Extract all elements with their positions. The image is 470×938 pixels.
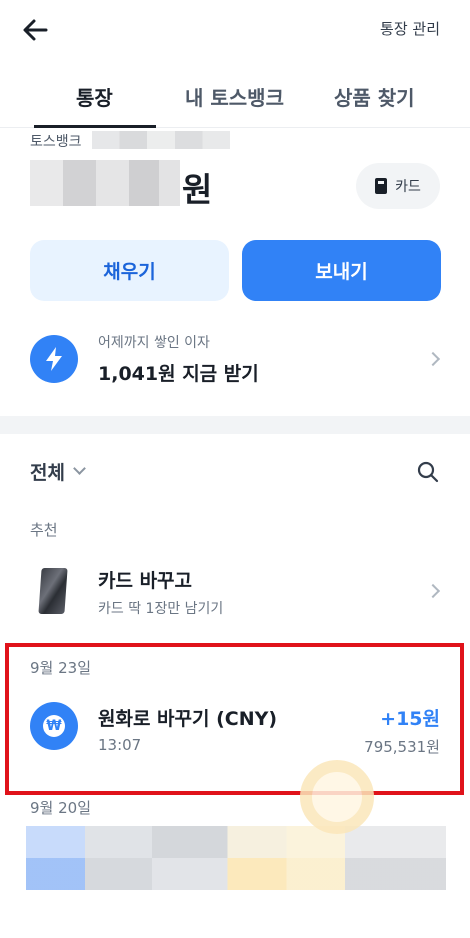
balance-redacted <box>30 160 180 206</box>
active-tab-indicator <box>34 125 156 128</box>
interest-cta: 1,041원 지금 받기 <box>98 363 259 385</box>
chevron-right-icon <box>425 351 441 367</box>
section-divider <box>0 416 470 434</box>
recommend-title: 카드 바꾸고 <box>98 570 193 592</box>
tab-my-tossbank[interactable]: 내 토스뱅크 <box>185 82 284 111</box>
lightning-icon <box>30 335 78 383</box>
transaction-balance: 795,531원 <box>364 738 440 756</box>
won-exchange-icon: ₩ <box>30 702 78 750</box>
account-number-redacted <box>92 131 230 149</box>
fill-button[interactable]: 채우기 <box>30 240 229 301</box>
recommend-subtitle: 카드 딱 1장만 남기기 <box>98 601 224 617</box>
chevron-down-icon <box>73 462 86 475</box>
tab-find-products[interactable]: 상품 찾기 <box>334 82 415 111</box>
balance-unit: 원 <box>182 170 213 209</box>
interest-caption: 어제까지 쌓인 이자 <box>98 335 210 351</box>
account-manage-link[interactable]: 통장 관리 <box>380 18 440 39</box>
card-button[interactable]: 카드 <box>356 163 440 209</box>
back-arrow-icon[interactable] <box>20 14 52 46</box>
card-button-label: 카드 <box>395 179 421 195</box>
recommend-section-label: 추천 <box>30 521 58 539</box>
tab-bar: 통장 내 토스뱅크 상품 찾기 <box>0 72 470 128</box>
top-bar: 통장 관리 <box>0 0 470 58</box>
interest-row[interactable]: 어제까지 쌓인 이자 1,041원 지금 받기 <box>0 320 470 398</box>
chevron-right-icon <box>425 583 441 599</box>
redacted-transaction-row-lower <box>26 858 446 890</box>
next-transaction-date: 9월 20일 <box>30 799 91 817</box>
transaction-date: 9월 23일 <box>30 659 91 677</box>
search-icon[interactable] <box>416 460 440 484</box>
card-icon <box>375 178 388 194</box>
transaction-amount: +15원 <box>380 708 440 730</box>
filter-label: 전체 <box>30 462 65 484</box>
account-bank-name: 토스뱅크 <box>30 134 82 150</box>
watermark-target-icon <box>300 760 374 834</box>
tab-account[interactable]: 통장 <box>76 82 113 111</box>
transaction-title: 원화로 바꾸기 (CNY) <box>98 708 278 730</box>
transaction-time: 13:07 <box>98 736 142 754</box>
card-image <box>38 568 68 614</box>
filter-dropdown[interactable]: 전체 <box>30 458 86 485</box>
send-button[interactable]: 보내기 <box>242 240 441 301</box>
